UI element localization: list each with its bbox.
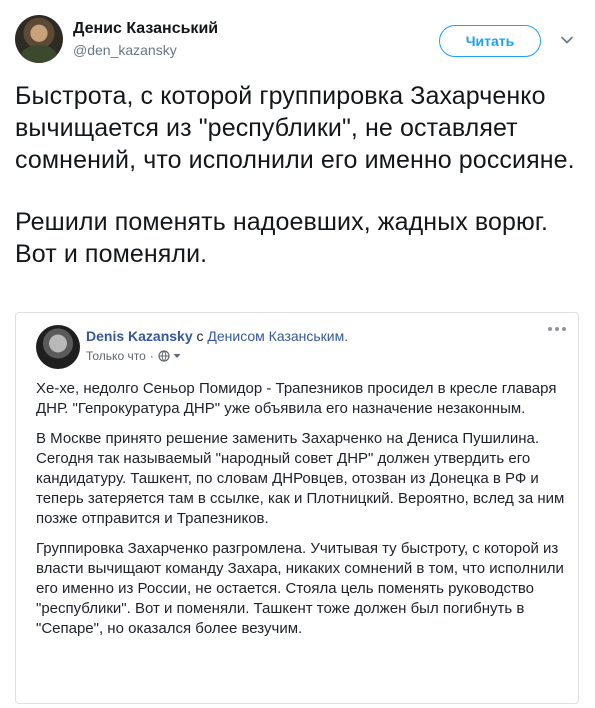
embedded-post-header: Denis Kazansky с Денисом Казанським. bbox=[86, 327, 348, 345]
embedded-author-avatar[interactable] bbox=[36, 325, 80, 369]
embedded-post-time[interactable]: Только что bbox=[86, 348, 146, 364]
embedded-paragraph: Хе-хе, недолго Сеньор Помидор - Трапезни… bbox=[36, 380, 557, 417]
author-display-name[interactable]: Денис Казанський bbox=[73, 19, 218, 39]
embedded-facebook-post[interactable]: Denis Kazansky с Денисом Казанським. Тол… bbox=[15, 312, 579, 704]
embedded-author-name[interactable]: Denis Kazansky bbox=[86, 328, 193, 344]
embedded-paragraph: В Москве принято решение заменить Захарч… bbox=[36, 430, 565, 527]
avatar-shirt bbox=[21, 45, 57, 63]
embedded-post-meta: Только что · bbox=[86, 348, 181, 364]
more-options-icon[interactable] bbox=[546, 325, 568, 333]
audience-dropdown-icon[interactable] bbox=[173, 352, 181, 360]
author-avatar[interactable] bbox=[15, 15, 63, 63]
tweet-text: Быстрота, с которой группировка Захарчен… bbox=[15, 80, 585, 270]
tweet-paragraph: Быстрота, с которой группировка Захарчен… bbox=[15, 82, 575, 174]
embedded-tagged-user[interactable]: Денисом Казанським. bbox=[207, 328, 348, 344]
embedded-with-text: с bbox=[192, 328, 208, 344]
embedded-post-body: Хе-хе, недолго Сеньор Помидор - Трапезни… bbox=[36, 379, 566, 639]
chevron-down-icon[interactable] bbox=[559, 32, 575, 48]
tweet-card: Денис Казанський @den_kazansky Читать Бы… bbox=[0, 0, 595, 708]
follow-button[interactable]: Читать bbox=[439, 25, 541, 57]
embedded-paragraph: Группировка Захарченко разгромлена. Учит… bbox=[36, 540, 564, 637]
author-handle[interactable]: @den_kazansky bbox=[73, 41, 218, 59]
globe-icon bbox=[158, 350, 170, 362]
tweet-paragraph: Решили поменять надоевших, жадных ворюг.… bbox=[15, 208, 549, 268]
meta-separator: · bbox=[149, 349, 154, 363]
author-info: Денис Казанський @den_kazansky bbox=[73, 19, 218, 59]
